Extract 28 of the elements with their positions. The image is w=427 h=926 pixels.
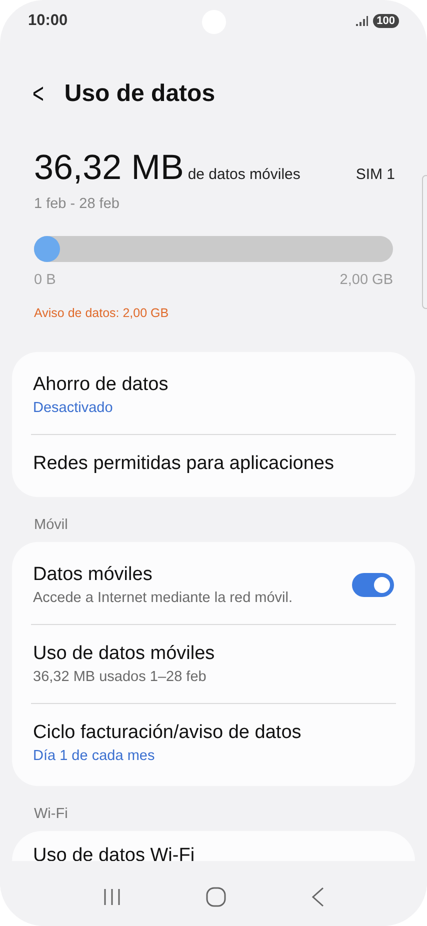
- setting-title[interactable]: Datos móviles: [33, 564, 352, 586]
- home-icon[interactable]: [206, 887, 226, 907]
- sim-label[interactable]: SIM 1: [356, 166, 395, 183]
- battery-level: 100: [372, 14, 399, 28]
- bar-max-label: 2,00 GB: [340, 272, 393, 288]
- section-heading: Wi-Fi: [33, 805, 69, 824]
- data-warning-label: Aviso de datos: 2,00 GB: [34, 306, 170, 320]
- billing-period: 1 feb - 28 feb: [34, 196, 120, 212]
- page-title: Uso de datos: [64, 80, 216, 108]
- setting-title[interactable]: Uso de datos Wi-Fi: [33, 845, 394, 861]
- back-button[interactable]: <: [32, 80, 44, 108]
- setting-subtitle: Día 1 de cada mes: [33, 748, 156, 764]
- bar-min-label: 0 B: [34, 272, 56, 288]
- setting-subtitle: 36,32 MB usados 1–28 feb: [33, 669, 208, 685]
- toggle-switch[interactable]: [352, 573, 394, 597]
- setting-title[interactable]: Redes permitidas para aplicaciones: [33, 453, 394, 475]
- setting-title[interactable]: Uso de datos móviles: [33, 643, 394, 665]
- signal-icon: [356, 16, 368, 26]
- status-time: 10:00: [28, 12, 68, 30]
- usage-amount: 36,32 MB: [34, 148, 184, 188]
- setting-subtitle: Accede a Internet mediante la red móvil.: [33, 590, 294, 606]
- back-icon[interactable]: [310, 887, 325, 907]
- setting-title[interactable]: Ahorro de datos: [33, 374, 394, 396]
- setting-subtitle: Desactivado: [33, 400, 114, 416]
- recent-apps-icon[interactable]: [102, 888, 122, 906]
- section-heading: Móvil: [33, 516, 69, 535]
- usage-unit-label: de datos móviles: [188, 166, 300, 183]
- setting-title[interactable]: Ciclo facturación/aviso de datos: [33, 722, 394, 744]
